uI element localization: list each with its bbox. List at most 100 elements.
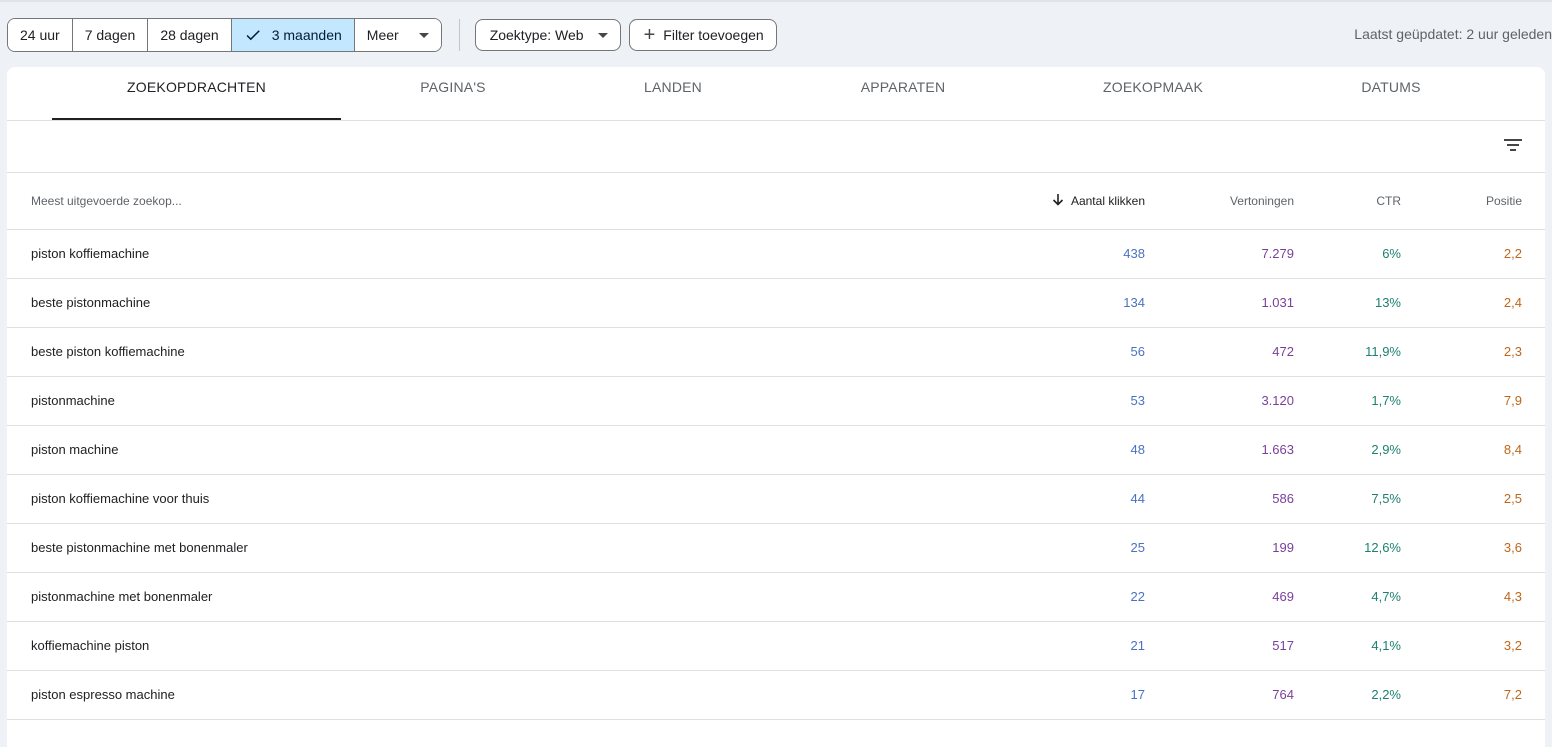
position-cell: 4,3 [1503, 589, 1522, 604]
table-row[interactable]: beste piston koffiemachine 56 472 11,9% 2,3 [7, 328, 1545, 377]
table-header: Meest uitgevoerde zoekop... Aantal klikk… [7, 173, 1545, 230]
tab-search-appearance[interactable]: ZOEKOPMAAK [1053, 67, 1253, 120]
impressions-cell: 7.279 [1261, 246, 1294, 261]
ctr-cell: 4,1% [1371, 638, 1401, 653]
clicks-cell: 44 [1130, 491, 1145, 506]
toolbar: 24 uur 7 dagen 28 dagen 3 maanden Meer Z… [7, 18, 777, 52]
header-position[interactable]: Positie [1486, 173, 1522, 229]
table-row[interactable]: pistonmachine 53 3.120 1,7% 7,9 [7, 377, 1545, 426]
table-row[interactable]: koffiemachine piston 21 517 4,1% 3,2 [7, 622, 1545, 671]
table-body: piston koffiemachine 438 7.279 6% 2,2 beste p… [7, 230, 1545, 720]
ctr-cell: 12,6% [1364, 540, 1401, 555]
date-range-3m[interactable]: 3 maanden [231, 19, 355, 51]
impressions-cell: 1.663 [1261, 442, 1294, 457]
position-cell: 2,3 [1503, 344, 1522, 359]
header-clicks-label: Aantal klikken [1070, 194, 1145, 208]
filter-icon[interactable] [1503, 135, 1523, 155]
header-ctr[interactable]: CTR [1376, 173, 1401, 229]
impressions-cell: 469 [1272, 589, 1294, 604]
impressions-cell: 1.031 [1261, 295, 1294, 310]
position-cell: 3,2 [1503, 638, 1522, 653]
tab-countries[interactable]: LANDEN [573, 67, 773, 120]
table-row[interactable]: beste pistonmachine met bonenmaler 25 199 1… [7, 524, 1545, 573]
position-cell: 2,5 [1503, 491, 1522, 506]
ctr-cell: 7,5% [1371, 491, 1401, 506]
ctr-cell: 1,7% [1371, 393, 1401, 408]
impressions-cell: 3.120 [1261, 393, 1294, 408]
table-row[interactable]: piston espresso machine 17 764 2,2% 7,2 [7, 671, 1545, 720]
checkmark-icon [246, 30, 260, 41]
table-filter-bar [7, 121, 1545, 173]
toolbar-divider [458, 19, 460, 51]
tab-devices[interactable]: APPARATEN [803, 67, 1003, 120]
table-row[interactable]: beste pistonmachine 134 1.031 13% 2,4 [7, 279, 1545, 328]
date-range-label: 24 uur [20, 27, 60, 43]
header-impressions[interactable]: Vertoningen [1230, 173, 1294, 229]
date-range-selector: 24 uur 7 dagen 28 dagen 3 maanden Meer [7, 18, 442, 52]
query-cell: piston machine [31, 442, 119, 457]
position-cell: 2,2 [1503, 246, 1522, 261]
clicks-cell: 22 [1130, 589, 1145, 604]
add-filter-label: Filter toevoegen [663, 27, 764, 43]
impressions-cell: 517 [1272, 638, 1294, 653]
impressions-cell: 472 [1272, 344, 1294, 359]
query-cell: piston koffiemachine voor thuis [31, 491, 210, 506]
ctr-cell: 6% [1382, 246, 1401, 261]
ctr-cell: 2,9% [1371, 442, 1401, 457]
table-row[interactable]: piston koffiemachine voor thuis 44 586 7,5%… [7, 475, 1545, 524]
impressions-cell: 586 [1272, 491, 1294, 506]
date-range-label: 7 dagen [84, 27, 136, 43]
chevron-down-icon [597, 32, 608, 38]
table-row[interactable]: pistonmachine met bonenmaler 22 469 4,7% 4,3 [7, 573, 1545, 622]
dimension-tabs: ZOEKOPDRACHTEN PAGINA'S LANDEN APPARATEN… [7, 67, 1545, 121]
active-tab-indicator [52, 118, 341, 120]
date-range-28d[interactable]: 28 dagen [148, 19, 232, 51]
query-cell: beste pistonmachine met bonenmaler [31, 540, 248, 555]
table-row[interactable]: piston koffiemachine 438 7.279 6% 2,2 [7, 230, 1545, 279]
date-range-7d[interactable]: 7 dagen [72, 19, 149, 51]
clicks-cell: 134 [1123, 295, 1145, 310]
clicks-cell: 56 [1130, 344, 1145, 359]
header-query[interactable]: Meest uitgevoerde zoekop... [31, 173, 182, 229]
clicks-cell: 25 [1130, 540, 1145, 555]
arrow-down-icon [1052, 194, 1064, 206]
date-range-more-button[interactable]: Meer [354, 19, 441, 51]
search-type-label: Zoektype: Web [489, 27, 584, 43]
ctr-cell: 2,2% [1371, 687, 1401, 702]
clicks-cell: 48 [1130, 442, 1145, 457]
date-range-24h[interactable]: 24 uur [8, 19, 73, 51]
position-cell: 7,2 [1503, 687, 1522, 702]
last-updated-text: Laatst geüpdatet: 2 uur geleden [1354, 26, 1552, 42]
impressions-cell: 764 [1272, 687, 1294, 702]
ctr-cell: 13% [1374, 295, 1401, 310]
position-cell: 2,4 [1503, 295, 1522, 310]
query-cell: beste pistonmachine [31, 295, 151, 310]
header-clicks[interactable]: Aantal klikken [1051, 173, 1145, 229]
query-cell: pistonmachine met bonenmaler [31, 589, 213, 604]
query-cell: beste piston koffiemachine [31, 344, 185, 359]
query-cell: koffiemachine piston [31, 638, 150, 653]
ctr-cell: 11,9% [1365, 344, 1401, 359]
position-cell: 3,6 [1503, 540, 1522, 555]
add-filter-button[interactable]: + Filter toevoegen [628, 19, 777, 51]
clicks-cell: 17 [1130, 687, 1145, 702]
position-cell: 8,4 [1503, 442, 1522, 457]
date-range-label: 3 maanden [271, 27, 342, 43]
clicks-cell: 21 [1130, 638, 1145, 653]
position-cell: 7,9 [1503, 393, 1522, 408]
chevron-down-icon [418, 32, 429, 38]
query-cell: pistonmachine [31, 393, 115, 408]
search-type-dropdown[interactable]: Zoektype: Web [474, 19, 621, 51]
report-card: ZOEKOPDRACHTEN PAGINA'S LANDEN APPARATEN… [7, 67, 1545, 747]
plus-icon: + [643, 24, 656, 46]
top-divider [0, 0, 1552, 2]
ctr-cell: 4,7% [1371, 589, 1401, 604]
query-cell: piston espresso machine [31, 687, 175, 702]
date-range-label: 28 dagen [160, 27, 219, 43]
tab-dates[interactable]: DATUMS [1291, 67, 1491, 120]
table-row[interactable]: piston machine 48 1.663 2,9% 8,4 [7, 426, 1545, 475]
tab-queries[interactable]: ZOEKOPDRACHTEN [52, 67, 341, 120]
tab-pages[interactable]: PAGINA'S [353, 67, 553, 120]
query-cell: piston koffiemachine [31, 246, 150, 261]
impressions-cell: 199 [1272, 540, 1294, 555]
